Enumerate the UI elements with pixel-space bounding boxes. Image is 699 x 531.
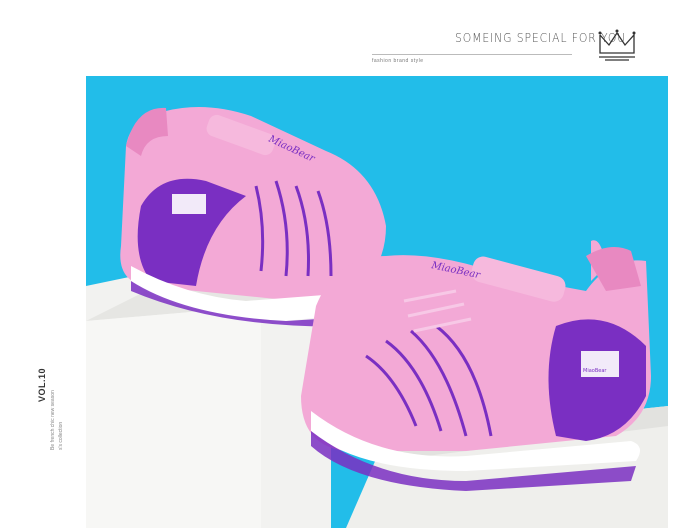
volume-label: VOL.10 — [37, 367, 47, 402]
product-photo: MiaoBear MiaoBear MiaoBear — [86, 76, 668, 528]
header-divider — [372, 54, 572, 55]
shoe-logo-text: MiaoBear — [583, 368, 607, 374]
header-subtitle: fashion brand style — [372, 58, 424, 64]
side-caption-1: Be french chic new season — [50, 390, 56, 450]
side-caption-2: s's collection — [58, 421, 64, 450]
crown-icon — [598, 29, 636, 61]
product-scene: MiaoBear MiaoBear MiaoBear — [86, 107, 668, 528]
